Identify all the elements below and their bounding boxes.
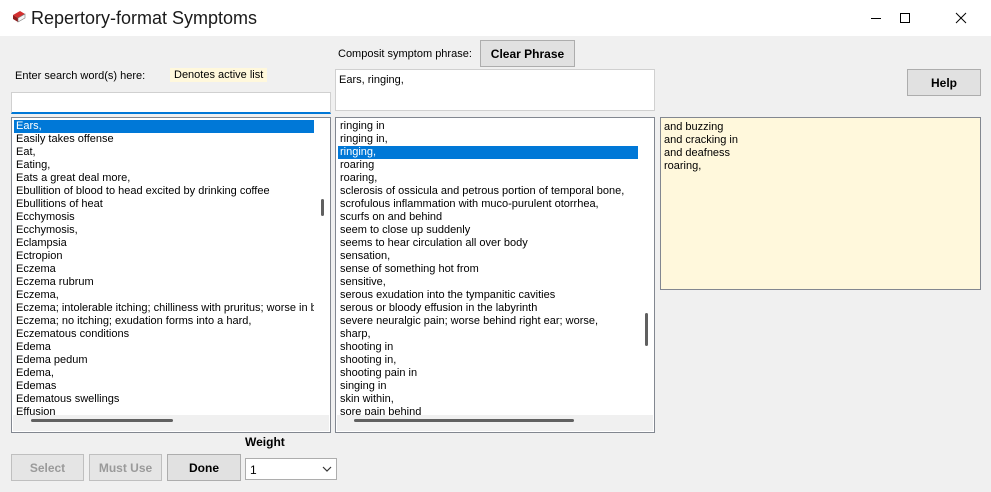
composite-phrase-label: Composit symptom phrase:	[338, 48, 472, 60]
left-list-items: Ears, Easily takes offense Eat, Eating, Eats…	[14, 120, 314, 419]
middle-list-item[interactable]: sense of something hot from	[338, 263, 638, 276]
left-list-item[interactable]: Eczematous conditions	[14, 328, 314, 341]
weight-select[interactable]: 1	[245, 458, 337, 480]
middle-list-item[interactable]: serous exudation into the tympanitic cav…	[338, 289, 638, 302]
left-list-item[interactable]: Eczema	[14, 263, 314, 276]
left-list-item[interactable]: Eczema; intolerable itching; chilliness …	[14, 302, 314, 315]
middle-list-item[interactable]: ringing,	[338, 146, 638, 159]
left-list-item[interactable]: Edematous swellings	[14, 393, 314, 406]
title-bar: Repertory-format Symptoms	[0, 0, 991, 36]
left-list-item[interactable]: Eczema,	[14, 289, 314, 302]
middle-list-item[interactable]: scurfs on and behind	[338, 211, 638, 224]
left-vertical-scrollbar[interactable]	[321, 199, 324, 216]
left-list-item[interactable]: Easily takes offense	[14, 133, 314, 146]
middle-horizontal-scroll-area	[337, 415, 653, 431]
maximize-icon	[900, 13, 910, 23]
middle-list-item[interactable]: seems to hear circulation all over body	[338, 237, 638, 250]
close-button[interactable]	[938, 0, 984, 36]
must-use-button[interactable]: Must Use	[89, 454, 162, 481]
composite-phrase-field[interactable]: Ears, ringing,	[335, 69, 655, 111]
middle-vertical-scrollbar[interactable]	[645, 313, 648, 346]
middle-list-item[interactable]: sensitive,	[338, 276, 638, 289]
middle-list-item[interactable]: roaring,	[338, 172, 638, 185]
clear-phrase-button[interactable]: Clear Phrase	[480, 40, 575, 67]
left-list-item[interactable]: Ecchymosis,	[14, 224, 314, 237]
active-list-legend: Denotes active list	[170, 68, 268, 82]
symptom-list-middle[interactable]: ringing in ringing in, ringing, roaring roar…	[335, 117, 655, 433]
select-button[interactable]: Select	[11, 454, 84, 481]
middle-list-item[interactable]: severe neuralgic pain; worse behind righ…	[338, 315, 638, 328]
active-list-item[interactable]: roaring,	[664, 160, 738, 173]
middle-list-item[interactable]: ringing in,	[338, 133, 638, 146]
search-input[interactable]	[11, 92, 331, 114]
left-list-item[interactable]: Ebullition of blood to head excited by d…	[14, 185, 314, 198]
left-list-item[interactable]: Edemas	[14, 380, 314, 393]
left-list-item[interactable]: Ectropion	[14, 250, 314, 263]
middle-list-item[interactable]: ringing in	[338, 120, 638, 133]
left-list-item[interactable]: Ears,	[14, 120, 314, 133]
middle-list-item[interactable]: singing in	[338, 380, 638, 393]
middle-list-item[interactable]: shooting pain in	[338, 367, 638, 380]
left-list-item[interactable]: Ebullitions of heat	[14, 198, 314, 211]
book-icon	[13, 11, 26, 23]
middle-horizontal-scrollbar[interactable]	[354, 419, 574, 422]
left-list-item[interactable]: Eats a great deal more,	[14, 172, 314, 185]
active-list[interactable]: and buzzing and cracking in and deafness ro…	[660, 117, 981, 290]
middle-list-item[interactable]: sensation,	[338, 250, 638, 263]
middle-list-item[interactable]: shooting in	[338, 341, 638, 354]
middle-list-item[interactable]: roaring	[338, 159, 638, 172]
maximize-button[interactable]	[882, 0, 928, 36]
middle-list-item[interactable]: serous or bloody effusion in the labyrin…	[338, 302, 638, 315]
middle-list-item[interactable]: sclerosis of ossicula and petrous portio…	[338, 185, 638, 198]
left-list-item[interactable]: Eating,	[14, 159, 314, 172]
chevron-down-icon	[322, 466, 332, 472]
active-list-item[interactable]: and buzzing	[664, 121, 738, 134]
help-button[interactable]: Help	[907, 69, 981, 96]
done-button[interactable]: Done	[167, 454, 241, 481]
middle-list-items: ringing in ringing in, ringing, roaring roar…	[338, 120, 638, 419]
close-icon	[955, 12, 967, 24]
left-list-item[interactable]: Eczema rubrum	[14, 276, 314, 289]
left-list-item[interactable]: Ecchymosis	[14, 211, 314, 224]
middle-list-item[interactable]: scrofulous inflammation with muco-purule…	[338, 198, 638, 211]
composite-phrase-text: Ears, ringing,	[339, 74, 404, 86]
left-list-item[interactable]: Eczema; no itching; exudation forms into…	[14, 315, 314, 328]
left-list-item[interactable]: Eclampsia	[14, 237, 314, 250]
middle-list-item[interactable]: seem to close up suddenly	[338, 224, 638, 237]
left-horizontal-scroll-area	[13, 415, 329, 431]
middle-list-item[interactable]: sharp,	[338, 328, 638, 341]
left-horizontal-scrollbar[interactable]	[31, 419, 173, 422]
window-title: Repertory-format Symptoms	[31, 8, 258, 28]
search-prompt-label: Enter search word(s) here:	[15, 70, 146, 82]
left-list-item[interactable]: Eat,	[14, 146, 314, 159]
active-list-items: and buzzing and cracking in and deafness ro…	[664, 121, 738, 173]
middle-list-item[interactable]: shooting in,	[338, 354, 638, 367]
symptom-list-left[interactable]: Ears, Easily takes offense Eat, Eating, Eats…	[11, 117, 331, 433]
minimize-icon	[871, 18, 881, 19]
active-list-item[interactable]: and cracking in	[664, 134, 738, 147]
active-list-item[interactable]: and deafness	[664, 147, 738, 160]
middle-list-item[interactable]: skin within,	[338, 393, 638, 406]
left-list-item[interactable]: Edema	[14, 341, 314, 354]
left-list-item[interactable]: Edema,	[14, 367, 314, 380]
weight-label: Weight	[245, 435, 285, 449]
left-list-item[interactable]: Edema pedum	[14, 354, 314, 367]
weight-select-value: 1	[250, 463, 257, 477]
